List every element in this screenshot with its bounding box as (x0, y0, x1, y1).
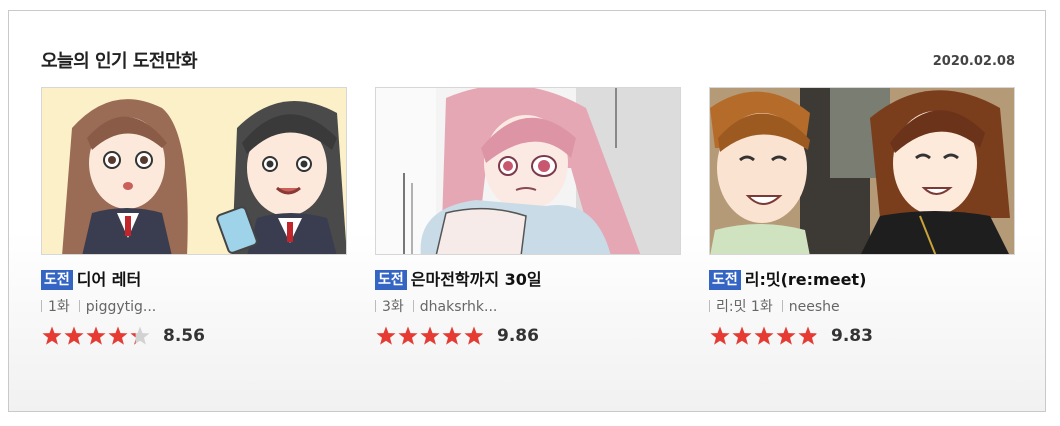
popular-challenge-comics-panel: 오늘의 인기 도전만화 2020.02.08 도전 디어 레터 1화 piggy… (8, 10, 1046, 412)
star-filled-icon (710, 326, 730, 345)
episode-label[interactable]: 리:밋 1화 (716, 299, 773, 315)
star-filled-icon (776, 326, 796, 345)
meta-divider (41, 300, 42, 312)
star-filled-icon (64, 326, 84, 345)
comic-thumbnail-smiling-friends-icon (710, 88, 1014, 254)
meta-divider (412, 300, 414, 312)
comic-title-text[interactable]: 디어 레터 (77, 270, 141, 289)
comic-title-2[interactable]: 도전 은마전학까지 30일 (375, 269, 681, 291)
comic-thumbnail-3[interactable] (709, 87, 1015, 255)
meta-divider (709, 300, 710, 312)
comic-title-text[interactable]: 은마전학까지 30일 (411, 270, 542, 289)
comic-card-1[interactable]: 도전 디어 레터 1화 piggytig... 8.56 (41, 87, 347, 347)
comic-rating-2: 9.86 (375, 323, 681, 347)
star-filled-icon (754, 326, 774, 345)
episode-label[interactable]: 3화 (382, 299, 404, 315)
rating-score: 8.56 (163, 325, 205, 346)
star-rating-icon (42, 326, 150, 345)
rating-score: 9.86 (497, 325, 539, 346)
star-filled-icon (732, 326, 752, 345)
star-filled-icon (376, 326, 396, 345)
star-filled-icon (42, 326, 62, 345)
meta-divider (78, 300, 80, 312)
comic-title-1[interactable]: 도전 디어 레터 (41, 269, 347, 291)
comic-card-3[interactable]: 도전 리:밋(re:meet) 리:밋 1화 neeshe 9.83 (709, 87, 1015, 347)
star-filled-icon (442, 326, 462, 345)
challenge-badge: 도전 (375, 270, 407, 290)
star-filled-icon (420, 326, 440, 345)
section-date: 2020.02.08 (932, 54, 1015, 69)
comic-title-3[interactable]: 도전 리:밋(re:meet) (709, 269, 1015, 291)
comic-meta-3: 리:밋 1화 neeshe (709, 298, 1015, 316)
star-filled-icon (398, 326, 418, 345)
star-filled-icon (86, 326, 106, 345)
comic-thumbnail-1[interactable] (41, 87, 347, 255)
star-filled-icon (464, 326, 483, 345)
star-rating-icon (710, 326, 818, 345)
episode-label[interactable]: 1화 (48, 299, 70, 315)
star-rating-icon (376, 326, 484, 345)
meta-divider (781, 300, 783, 312)
comic-thumbnail-pink-haired-girl-icon (376, 88, 680, 254)
comic-thumbnail-two-schoolgirls-icon (42, 88, 346, 254)
author-name[interactable]: dhaksrhk... (420, 299, 498, 315)
author-name[interactable]: piggytig... (86, 299, 156, 315)
star-filled-icon (108, 326, 128, 345)
challenge-badge: 도전 (41, 270, 73, 290)
rating-score: 9.83 (831, 325, 873, 346)
star-filled-icon (798, 326, 817, 345)
comic-thumbnail-2[interactable] (375, 87, 681, 255)
comic-meta-1: 1화 piggytig... (41, 298, 347, 316)
comic-rating-1: 8.56 (41, 323, 347, 347)
comic-card-2[interactable]: 도전 은마전학까지 30일 3화 dhaksrhk... 9.86 (375, 87, 681, 347)
comic-rating-3: 9.83 (709, 323, 1015, 347)
challenge-badge: 도전 (709, 270, 741, 290)
author-name[interactable]: neeshe (789, 299, 840, 315)
comic-meta-2: 3화 dhaksrhk... (375, 298, 681, 316)
section-title: 오늘의 인기 도전만화 (41, 51, 198, 72)
comic-title-text[interactable]: 리:밋(re:meet) (745, 270, 867, 289)
meta-divider (375, 300, 376, 312)
